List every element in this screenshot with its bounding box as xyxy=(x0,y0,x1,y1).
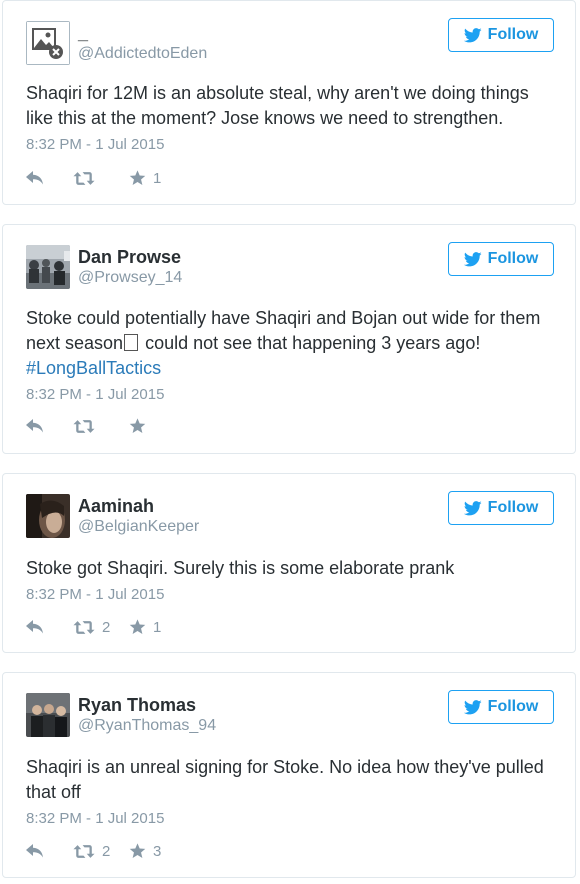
favorite-button[interactable] xyxy=(129,418,189,434)
tweet-timestamp[interactable]: 8:32 PM - 1 Jul 2015 xyxy=(26,586,164,603)
display-name[interactable]: Ryan Thomas xyxy=(78,695,216,717)
tweet-card: Dan Prowse @Prowsey_14 Follow Stoke coul… xyxy=(2,224,576,454)
user-info: Aaminah @BelgianKeeper xyxy=(78,496,199,536)
follow-button[interactable]: Follow xyxy=(448,242,554,276)
display-name[interactable]: Aaminah xyxy=(78,496,199,518)
tweet-text: Stoke could potentially have Shaqiri and… xyxy=(26,306,555,381)
hashtag-link[interactable]: #LongBallTactics xyxy=(26,358,161,378)
user-info: Dan Prowse @Prowsey_14 xyxy=(78,247,182,287)
tweet-card: _ @AddictedtoEden Follow Shaqiri for 12M… xyxy=(2,0,576,205)
avatar[interactable] xyxy=(26,494,70,538)
tweet-text: Shaqiri is an unreal signing for Stoke. … xyxy=(26,757,544,802)
tweet-text: Shaqiri for 12M is an absolute steal, wh… xyxy=(26,83,529,128)
user-info: Ryan Thomas @RyanThomas_94 xyxy=(78,695,216,735)
retweet-icon xyxy=(73,844,95,859)
star-icon xyxy=(129,619,146,635)
broken-image-icon[interactable] xyxy=(26,21,70,65)
reply-icon xyxy=(25,170,45,186)
display-name[interactable]: _ xyxy=(78,23,207,45)
tweet-header: Ryan Thomas @RyanThomas_94 xyxy=(26,693,216,737)
retweet-button[interactable] xyxy=(73,419,129,434)
tweet-timestamp[interactable]: 8:32 PM - 1 Jul 2015 xyxy=(26,386,164,403)
user-handle[interactable]: @RyanThomas_94 xyxy=(78,717,216,735)
follow-label: Follow xyxy=(487,698,539,715)
retweet-count: 2 xyxy=(102,842,111,860)
retweet-button[interactable]: 2 xyxy=(73,619,129,636)
tweet-text: Stoke got Shaqiri. Surely this is some e… xyxy=(26,558,455,578)
tweet-text-end: could not see that happening 3 years ago… xyxy=(140,333,481,353)
favorite-button[interactable]: 3 xyxy=(129,843,189,860)
user-info: _ @AddictedtoEden xyxy=(78,23,207,63)
tweet-timestamp[interactable]: 8:32 PM - 1 Jul 2015 xyxy=(26,810,164,827)
follow-label: Follow xyxy=(487,250,539,267)
missing-glyph-box xyxy=(124,334,139,351)
tweet-actions: 2 1 xyxy=(25,617,189,637)
avatar[interactable] xyxy=(26,693,70,737)
reply-button[interactable] xyxy=(25,170,73,186)
tweet-card: Ryan Thomas @RyanThomas_94 Follow Shaqir… xyxy=(2,672,576,878)
favorite-count: 1 xyxy=(153,169,162,187)
retweet-count: 2 xyxy=(102,618,111,636)
tweet-card: Aaminah @BelgianKeeper Follow Stoke got … xyxy=(2,473,576,653)
reply-button[interactable] xyxy=(25,619,73,635)
retweet-icon xyxy=(73,620,95,635)
reply-icon xyxy=(25,843,45,859)
twitter-bird-icon xyxy=(464,700,482,715)
reply-button[interactable] xyxy=(25,843,73,859)
twitter-bird-icon xyxy=(464,501,482,516)
follow-button[interactable]: Follow xyxy=(448,491,554,525)
avatar[interactable] xyxy=(26,245,70,289)
follow-button[interactable]: Follow xyxy=(448,18,554,52)
follow-button[interactable]: Follow xyxy=(448,690,554,724)
twitter-bird-icon xyxy=(464,28,482,43)
star-icon xyxy=(129,418,146,434)
follow-label: Follow xyxy=(487,26,539,43)
tweet-header: _ @AddictedtoEden xyxy=(26,21,207,65)
user-handle[interactable]: @AddictedtoEden xyxy=(78,45,207,63)
retweet-button[interactable]: 2 xyxy=(73,843,129,860)
tweet-feed: _ @AddictedtoEden Follow Shaqiri for 12M… xyxy=(0,0,580,884)
favorite-count: 1 xyxy=(153,618,162,636)
retweet-icon xyxy=(73,171,95,186)
reply-icon xyxy=(25,418,45,434)
tweet-actions xyxy=(25,416,189,436)
user-handle[interactable]: @BelgianKeeper xyxy=(78,518,199,536)
star-icon xyxy=(129,843,146,859)
tweet-timestamp[interactable]: 8:32 PM - 1 Jul 2015 xyxy=(26,136,164,153)
star-icon xyxy=(129,170,146,186)
retweet-icon xyxy=(73,419,95,434)
tweet-actions: 1 xyxy=(25,168,189,188)
tweet-actions: 2 3 xyxy=(25,841,189,861)
reply-icon xyxy=(25,619,45,635)
tweet-header: Dan Prowse @Prowsey_14 xyxy=(26,245,182,289)
reply-button[interactable] xyxy=(25,418,73,434)
favorite-button[interactable]: 1 xyxy=(129,619,189,636)
follow-label: Follow xyxy=(487,499,539,516)
favorite-button[interactable]: 1 xyxy=(129,170,189,187)
favorite-count: 3 xyxy=(153,842,162,860)
display-name[interactable]: Dan Prowse xyxy=(78,247,182,269)
user-handle[interactable]: @Prowsey_14 xyxy=(78,269,182,287)
tweet-header: Aaminah @BelgianKeeper xyxy=(26,494,199,538)
retweet-button[interactable] xyxy=(73,171,129,186)
twitter-bird-icon xyxy=(464,252,482,267)
